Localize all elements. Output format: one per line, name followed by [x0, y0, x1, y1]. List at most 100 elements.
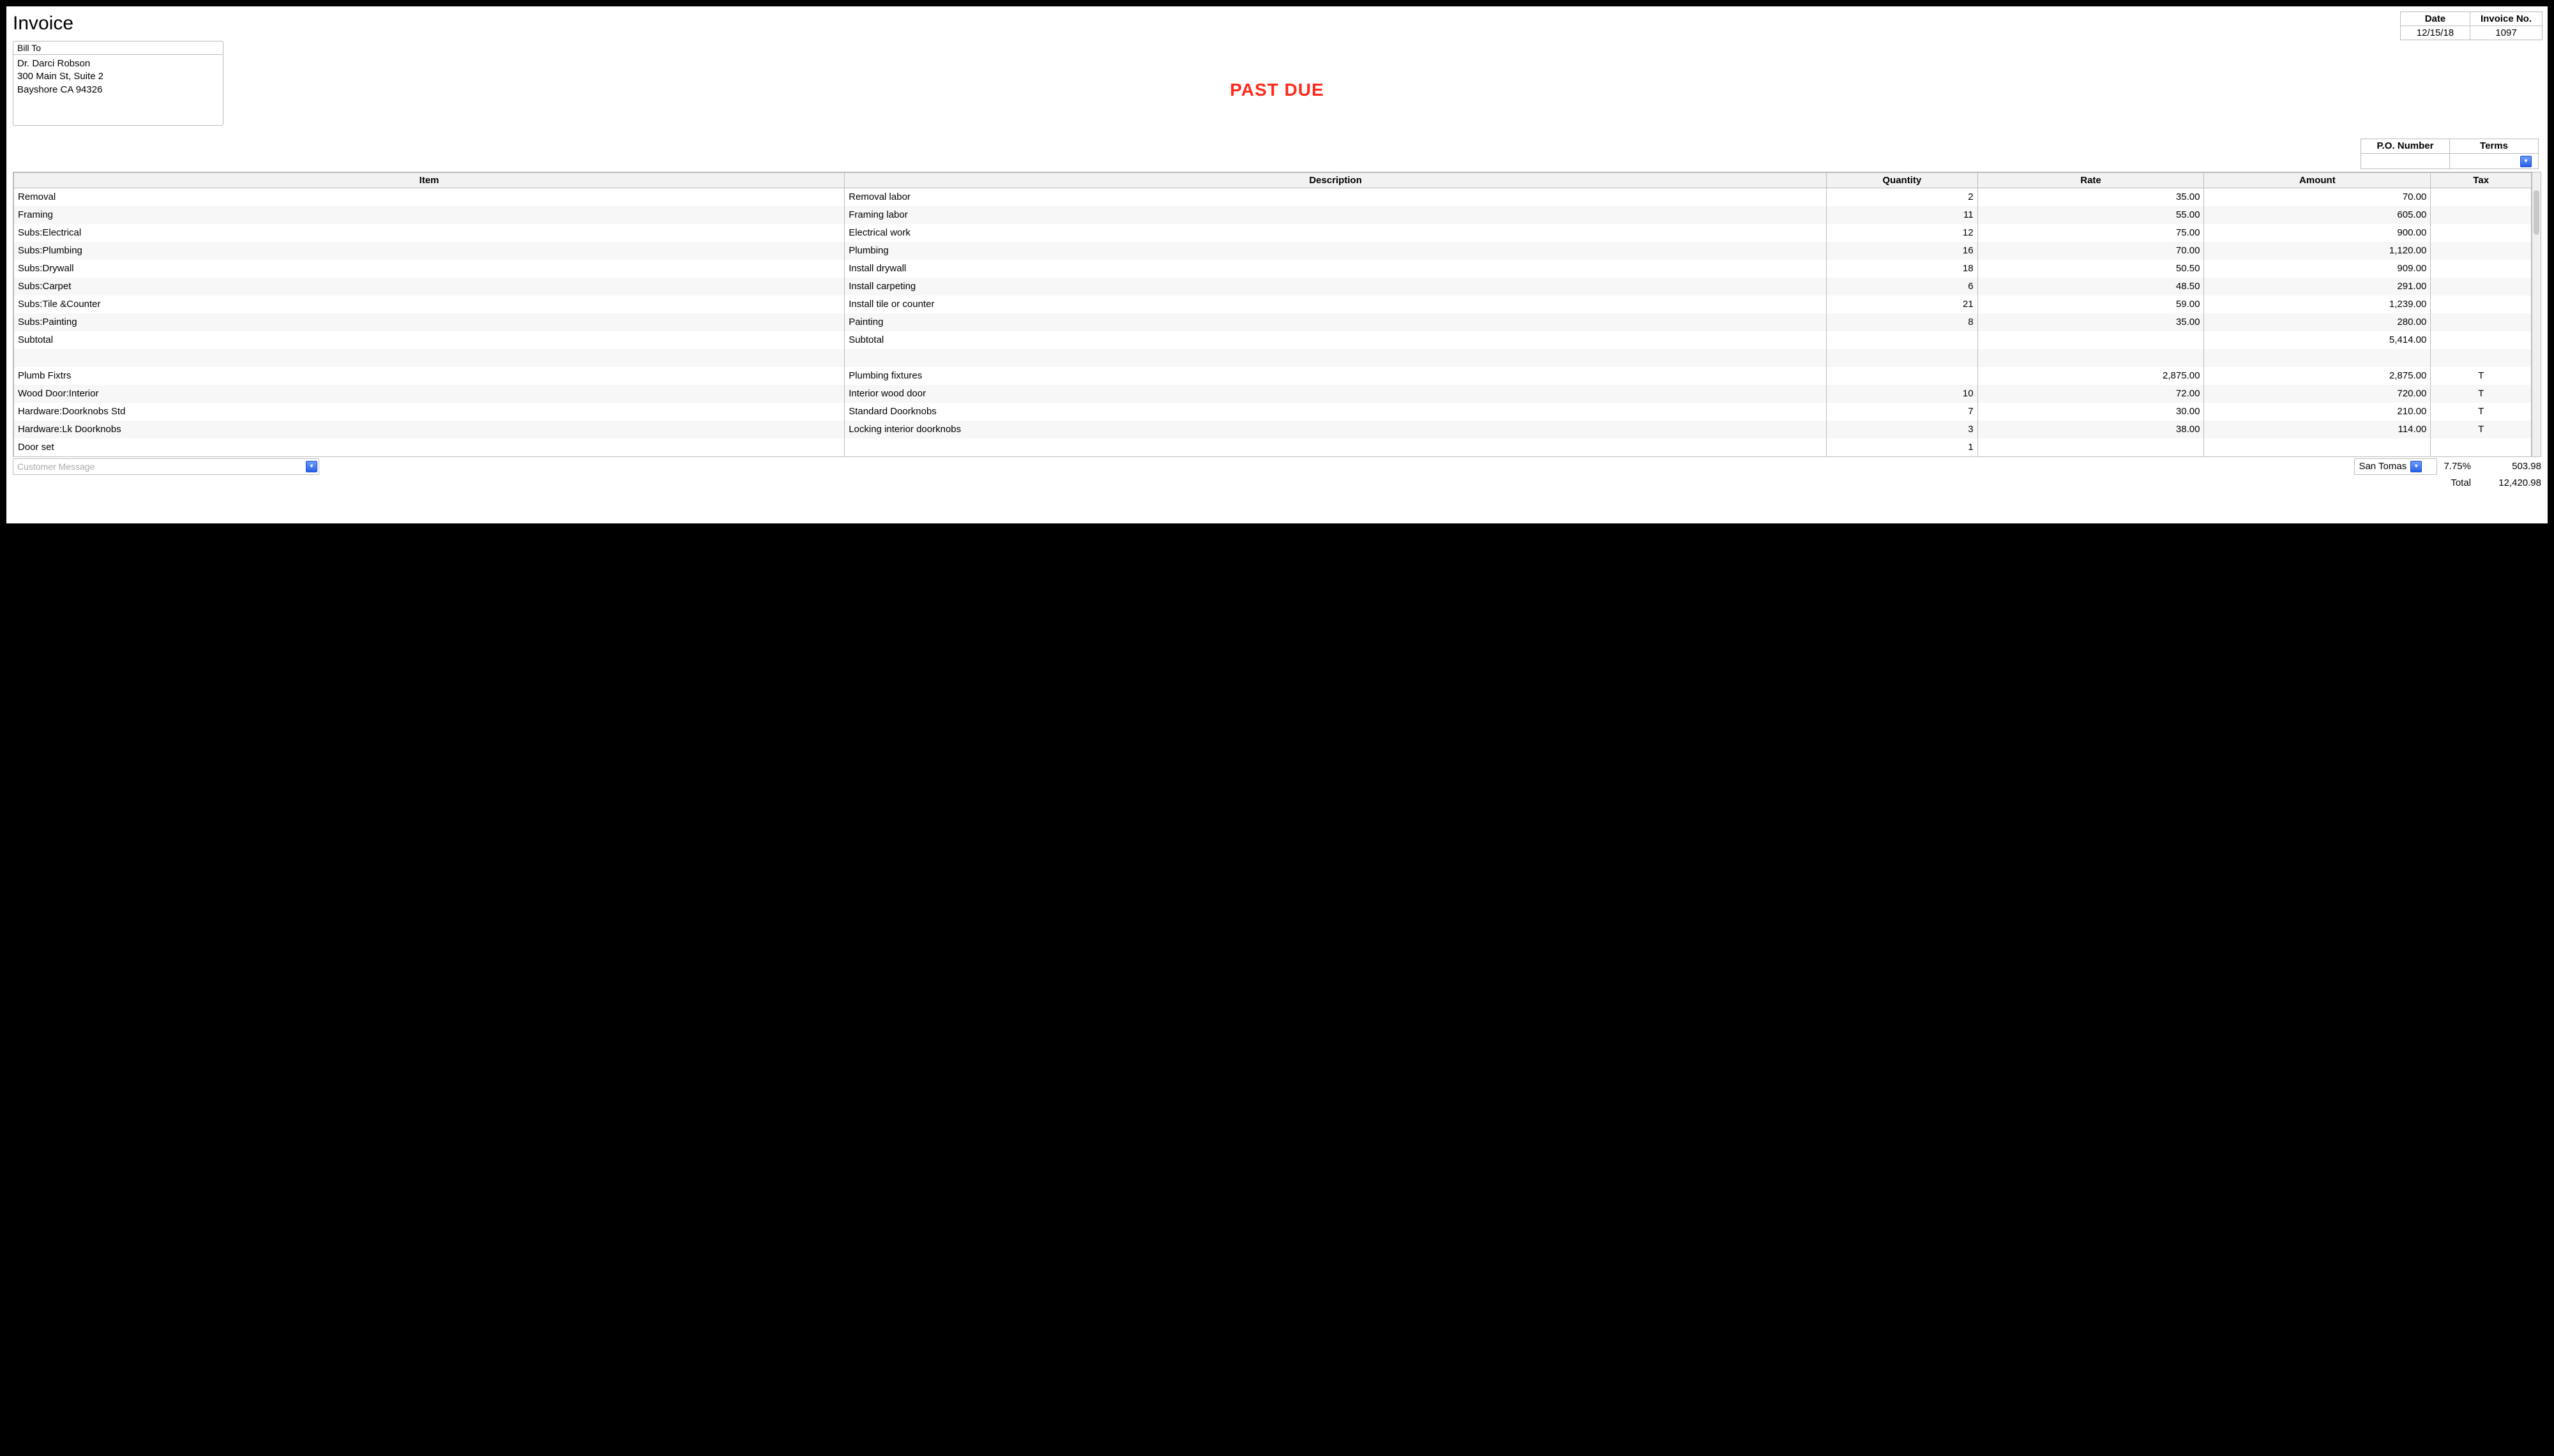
cell-description[interactable]: Plumbing	[845, 242, 1827, 260]
table-row[interactable]: Plumb FixtrsPlumbing fixtures2,875.002,8…	[14, 367, 2532, 385]
cell-quantity[interactable]: 2	[1827, 188, 1978, 206]
cell-rate[interactable]: 35.00	[1977, 188, 2204, 206]
invoice-no-field[interactable]: 1097	[2470, 26, 2543, 40]
cell-tax[interactable]	[2431, 439, 2532, 456]
cell-tax[interactable]: T	[2431, 421, 2532, 439]
cell-item[interactable]: Hardware:Lk Doorknobs	[14, 421, 845, 439]
cell-item[interactable]: Subs:Plumbing	[14, 242, 845, 260]
cell-description[interactable]	[845, 439, 1827, 456]
cell-amount[interactable]: 1,239.00	[2204, 296, 2431, 313]
po-number-field[interactable]	[2361, 154, 2450, 169]
cell-rate[interactable]: 50.50	[1977, 260, 2204, 278]
cell-description[interactable]: Interior wood door	[845, 385, 1827, 403]
cell-amount[interactable]: 291.00	[2204, 278, 2431, 296]
cell-item[interactable]: Subs:Painting	[14, 313, 845, 331]
cell-rate[interactable]	[1977, 439, 2204, 456]
cell-rate[interactable]	[1977, 349, 2204, 367]
table-row[interactable]: Subs:CarpetInstall carpeting648.50291.00	[14, 278, 2532, 296]
cell-quantity[interactable]: 6	[1827, 278, 1978, 296]
cell-item[interactable]: Subs:Tile &Counter	[14, 296, 845, 313]
col-amount-header[interactable]: Amount	[2204, 173, 2431, 188]
table-row[interactable]: Subs:PaintingPainting835.00280.00	[14, 313, 2532, 331]
cell-tax[interactable]	[2431, 349, 2532, 367]
cell-rate[interactable]: 30.00	[1977, 403, 2204, 421]
cell-amount[interactable]: 909.00	[2204, 260, 2431, 278]
cell-amount[interactable]: 2,875.00	[2204, 367, 2431, 385]
cell-quantity[interactable]: 7	[1827, 403, 1978, 421]
cell-quantity[interactable]: 10	[1827, 385, 1978, 403]
table-row[interactable]: Wood Door:InteriorInterior wood door1072…	[14, 385, 2532, 403]
cell-quantity[interactable]: 8	[1827, 313, 1978, 331]
cell-item[interactable]: Hardware:Doorknobs Std	[14, 403, 845, 421]
chevron-down-icon[interactable]: ▾	[306, 461, 317, 472]
cell-rate[interactable]: 48.50	[1977, 278, 2204, 296]
cell-item[interactable]: Removal	[14, 188, 845, 206]
table-row[interactable]: Hardware:Doorknobs StdStandard Doorknobs…	[14, 403, 2532, 421]
cell-item[interactable]: Wood Door:Interior	[14, 385, 845, 403]
cell-rate[interactable]: 38.00	[1977, 421, 2204, 439]
cell-quantity[interactable]: 18	[1827, 260, 1978, 278]
cell-tax[interactable]	[2431, 224, 2532, 242]
cell-quantity[interactable]: 21	[1827, 296, 1978, 313]
chevron-down-icon[interactable]: ▾	[2520, 156, 2532, 167]
cell-item[interactable]: Door set	[14, 439, 845, 456]
cell-tax[interactable]	[2431, 278, 2532, 296]
cell-description[interactable]: Removal labor	[845, 188, 1827, 206]
cell-amount[interactable]: 5,414.00	[2204, 331, 2431, 349]
cell-rate[interactable]: 2,875.00	[1977, 367, 2204, 385]
customer-message-select[interactable]: Customer Message ▾	[13, 458, 319, 475]
cell-quantity[interactable]	[1827, 367, 1978, 385]
bill-to-box[interactable]: Bill To Dr. Darci Robson 300 Main St, Su…	[13, 41, 223, 126]
cell-description[interactable]: Painting	[845, 313, 1827, 331]
cell-item[interactable]: Subs:Electrical	[14, 224, 845, 242]
cell-amount[interactable]: 280.00	[2204, 313, 2431, 331]
cell-rate[interactable]: 35.00	[1977, 313, 2204, 331]
cell-quantity[interactable]: 3	[1827, 421, 1978, 439]
cell-description[interactable]	[845, 349, 1827, 367]
table-row[interactable]: Subs:Tile &CounterInstall tile or counte…	[14, 296, 2532, 313]
cell-tax[interactable]	[2431, 260, 2532, 278]
cell-item[interactable]: Subtotal	[14, 331, 845, 349]
bill-to-address[interactable]: Dr. Darci Robson 300 Main St, Suite 2 Ba…	[13, 55, 223, 125]
table-row[interactable]: Subs:PlumbingPlumbing1670.001,120.00	[14, 242, 2532, 260]
table-row[interactable]: FramingFraming labor1155.00605.00	[14, 206, 2532, 224]
cell-quantity[interactable]: 1	[1827, 439, 1978, 456]
cell-rate[interactable]: 72.00	[1977, 385, 2204, 403]
cell-item[interactable]: Subs:Carpet	[14, 278, 845, 296]
table-row[interactable]: SubtotalSubtotal 5,414.00	[14, 331, 2532, 349]
cell-quantity[interactable]	[1827, 331, 1978, 349]
cell-description[interactable]: Standard Doorknobs	[845, 403, 1827, 421]
col-quantity-header[interactable]: Quantity	[1827, 173, 1978, 188]
cell-rate[interactable]: 70.00	[1977, 242, 2204, 260]
cell-description[interactable]: Subtotal	[845, 331, 1827, 349]
cell-quantity[interactable]: 16	[1827, 242, 1978, 260]
cell-tax[interactable]	[2431, 242, 2532, 260]
chevron-down-icon[interactable]: ▾	[2410, 461, 2422, 472]
cell-tax[interactable]: T	[2431, 367, 2532, 385]
cell-tax[interactable]: T	[2431, 385, 2532, 403]
cell-amount[interactable]: 900.00	[2204, 224, 2431, 242]
cell-description[interactable]: Install carpeting	[845, 278, 1827, 296]
cell-description[interactable]: Install tile or counter	[845, 296, 1827, 313]
cell-tax[interactable]	[2431, 296, 2532, 313]
cell-rate[interactable]: 55.00	[1977, 206, 2204, 224]
table-row[interactable]: RemovalRemoval labor235.0070.00	[14, 188, 2532, 206]
cell-amount[interactable]: 720.00	[2204, 385, 2431, 403]
cell-description[interactable]: Electrical work	[845, 224, 1827, 242]
cell-amount[interactable]	[2204, 439, 2431, 456]
table-row[interactable]: Hardware:Lk DoorknobsLocking interior do…	[14, 421, 2532, 439]
cell-item[interactable]: Plumb Fixtrs	[14, 367, 845, 385]
tax-jurisdiction-select[interactable]: San Tomas ▾	[2354, 458, 2437, 475]
cell-quantity[interactable]	[1827, 349, 1978, 367]
cell-item[interactable]: Framing	[14, 206, 845, 224]
cell-tax[interactable]	[2431, 188, 2532, 206]
cell-tax[interactable]	[2431, 206, 2532, 224]
cell-amount[interactable]: 70.00	[2204, 188, 2431, 206]
cell-rate[interactable]: 75.00	[1977, 224, 2204, 242]
cell-amount[interactable]: 605.00	[2204, 206, 2431, 224]
col-description-header[interactable]: Description	[845, 173, 1827, 188]
cell-amount[interactable]: 1,120.00	[2204, 242, 2431, 260]
cell-amount[interactable]: 114.00	[2204, 421, 2431, 439]
scrollbar-thumb[interactable]	[2534, 190, 2539, 235]
cell-rate[interactable]	[1977, 331, 2204, 349]
